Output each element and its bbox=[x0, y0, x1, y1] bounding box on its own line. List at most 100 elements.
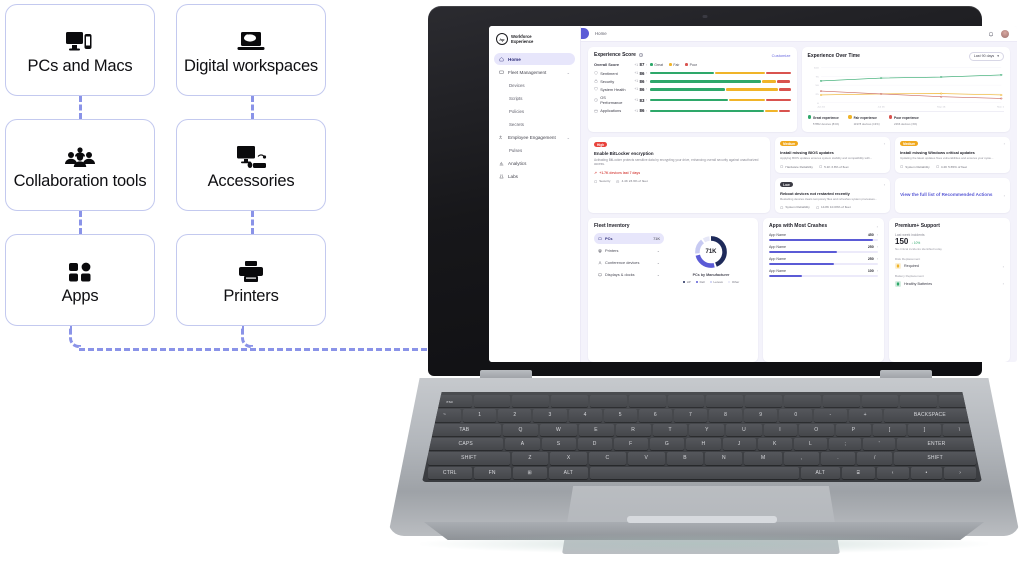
menu-toggle-icon[interactable] bbox=[581, 28, 589, 39]
key-blank[interactable] bbox=[473, 395, 511, 408]
key-2[interactable]: 2 bbox=[498, 409, 532, 422]
key-1[interactable]: 1 bbox=[463, 409, 497, 422]
key--[interactable]: - bbox=[814, 409, 847, 422]
key--[interactable]: , bbox=[783, 452, 819, 465]
key-5[interactable]: 5 bbox=[603, 409, 637, 422]
user-avatar[interactable] bbox=[1001, 29, 1009, 38]
key-shift[interactable]: SHIFT bbox=[428, 452, 510, 465]
key--[interactable]: ; bbox=[829, 437, 862, 451]
key-enter[interactable]: ENTER bbox=[897, 437, 976, 451]
key-3[interactable]: 3 bbox=[533, 409, 567, 422]
info-icon[interactable]: i bbox=[638, 52, 644, 58]
key-alt[interactable]: ALT bbox=[800, 466, 840, 479]
key-y[interactable]: Y bbox=[689, 423, 725, 436]
view-all-recommended-actions-link[interactable]: View the full list of Recommended Action… bbox=[895, 177, 1010, 214]
key-t[interactable]: T bbox=[652, 423, 688, 436]
key-d[interactable]: D bbox=[577, 437, 612, 451]
category-card-pcs-and-macs[interactable]: PCs and Macs bbox=[5, 4, 155, 96]
key--[interactable]: ] bbox=[908, 423, 942, 436]
chevron-right-icon[interactable]: › bbox=[1004, 193, 1005, 198]
key-x[interactable]: X bbox=[550, 452, 587, 465]
key-blank[interactable] bbox=[628, 395, 666, 408]
key-blank[interactable] bbox=[706, 395, 744, 408]
key-h[interactable]: H bbox=[686, 437, 721, 451]
key-r[interactable]: R bbox=[615, 423, 651, 436]
key-b[interactable]: B bbox=[666, 452, 704, 465]
fleet-item-pcs[interactable]: PCs 71K bbox=[594, 233, 664, 245]
key-c[interactable]: C bbox=[588, 452, 626, 465]
chevron-right-icon[interactable]: › bbox=[1004, 141, 1005, 146]
key-4[interactable]: 4 bbox=[568, 409, 602, 422]
notification-bell-icon[interactable] bbox=[988, 31, 994, 37]
chevron-right-icon[interactable]: › bbox=[877, 224, 878, 229]
sidebar-item-secrets[interactable]: Secrets bbox=[494, 118, 575, 130]
chevron-right-icon[interactable]: › bbox=[877, 257, 878, 261]
fleet-item-printers[interactable]: Printers ⌄ bbox=[594, 245, 664, 256]
category-card-printers[interactable]: Printers bbox=[176, 234, 326, 326]
sidebar-item-devices[interactable]: Devices bbox=[494, 79, 575, 91]
customize-link[interactable]: Customize bbox=[772, 53, 791, 58]
sidebar-item-analytics[interactable]: Analytics bbox=[494, 157, 575, 169]
key--[interactable]: › bbox=[944, 466, 977, 479]
chevron-right-icon[interactable]: › bbox=[884, 182, 885, 187]
key-8[interactable]: 8 bbox=[709, 409, 743, 422]
experience-score-row[interactable]: System Health +1 86 › bbox=[594, 85, 791, 93]
key-a[interactable]: A bbox=[505, 437, 540, 451]
key-alt[interactable]: ALT bbox=[548, 466, 588, 479]
key-blank[interactable] bbox=[512, 395, 550, 408]
key-fn[interactable]: FN bbox=[473, 466, 511, 479]
key-blank[interactable] bbox=[900, 395, 938, 408]
key-blank[interactable] bbox=[822, 395, 860, 408]
crash-list-item[interactable]: App Name 450 › bbox=[769, 233, 879, 242]
crash-list-item[interactable]: App Name 250 › bbox=[769, 257, 879, 266]
chevron-right-icon[interactable]: › bbox=[877, 233, 878, 237]
key-v[interactable]: V bbox=[627, 452, 665, 465]
key-9[interactable]: 9 bbox=[744, 409, 778, 422]
key-0[interactable]: 0 bbox=[779, 409, 813, 422]
key-blank[interactable] bbox=[745, 395, 782, 408]
sidebar-item-home[interactable]: Home bbox=[494, 53, 575, 65]
chevron-right-icon[interactable]: › bbox=[1003, 264, 1004, 269]
key--[interactable]: ⌸ bbox=[841, 466, 875, 479]
experience-score-row[interactable]: OS Performance +1 83 › bbox=[594, 94, 791, 107]
key-q[interactable]: Q bbox=[502, 423, 539, 436]
key-w[interactable]: W bbox=[540, 423, 577, 436]
key--[interactable]: • bbox=[910, 466, 943, 479]
fleet-item-displays-docks[interactable]: Displays & docks ⌄ bbox=[594, 269, 664, 280]
date-range-selector[interactable]: Last 90 days ▾ bbox=[968, 52, 1004, 61]
key-6[interactable]: 6 bbox=[638, 409, 672, 422]
key-tab[interactable]: TAB bbox=[427, 423, 501, 436]
experience-score-row[interactable]: Security +1 86 › bbox=[594, 77, 791, 85]
sidebar-item-pulses[interactable]: Pulses bbox=[494, 144, 575, 156]
key-l[interactable]: L bbox=[793, 437, 828, 451]
key-shift[interactable]: SHIFT bbox=[894, 452, 976, 465]
chevron-right-icon[interactable]: › bbox=[877, 269, 878, 273]
category-card-collaboration-tools[interactable]: Collaboration tools bbox=[5, 119, 155, 211]
fleet-item-conference-devices[interactable]: Conference devices ⌄ bbox=[594, 257, 664, 268]
category-card-apps[interactable]: Apps bbox=[5, 234, 155, 326]
key-caps[interactable]: CAPS bbox=[428, 437, 504, 451]
key-backspace[interactable]: BACKSPACE bbox=[883, 409, 977, 422]
key-blank[interactable] bbox=[589, 466, 799, 479]
recommended-action-card[interactable]: Low Reboot devices not restarted recently… bbox=[775, 177, 891, 214]
key--[interactable]: ' bbox=[863, 437, 896, 451]
key--[interactable]: + bbox=[848, 409, 882, 422]
key-g[interactable]: G bbox=[649, 437, 685, 451]
key-o[interactable]: O bbox=[798, 423, 835, 436]
key-blank[interactable] bbox=[861, 395, 899, 408]
sidebar-item-policies[interactable]: Policies bbox=[494, 105, 575, 117]
chevron-right-icon[interactable]: › bbox=[877, 245, 878, 249]
key--[interactable]: ⊞ bbox=[512, 466, 547, 479]
key-blank[interactable] bbox=[667, 395, 705, 408]
laptop-keyboard[interactable]: esc ~1 2 3 4 5 6 7 8 9 0- + BACKSPACE TAB Q W E R T Y U I O P[]… bbox=[422, 392, 982, 482]
key-7[interactable]: 7 bbox=[673, 409, 708, 422]
key--[interactable]: / bbox=[857, 452, 893, 465]
key-blank[interactable] bbox=[784, 395, 821, 408]
key--[interactable]: [ bbox=[873, 423, 907, 436]
key-ctrl[interactable]: CTRL bbox=[427, 466, 472, 479]
experience-score-row[interactable]: Applications +1 86 › bbox=[594, 107, 791, 115]
chevron-right-icon[interactable]: › bbox=[884, 141, 885, 146]
category-card-accessories[interactable]: Accessories bbox=[176, 119, 326, 211]
key-k[interactable]: K bbox=[757, 437, 792, 451]
sidebar-item-employee-engagement[interactable]: Employee Engagement ⌄ bbox=[494, 131, 575, 143]
